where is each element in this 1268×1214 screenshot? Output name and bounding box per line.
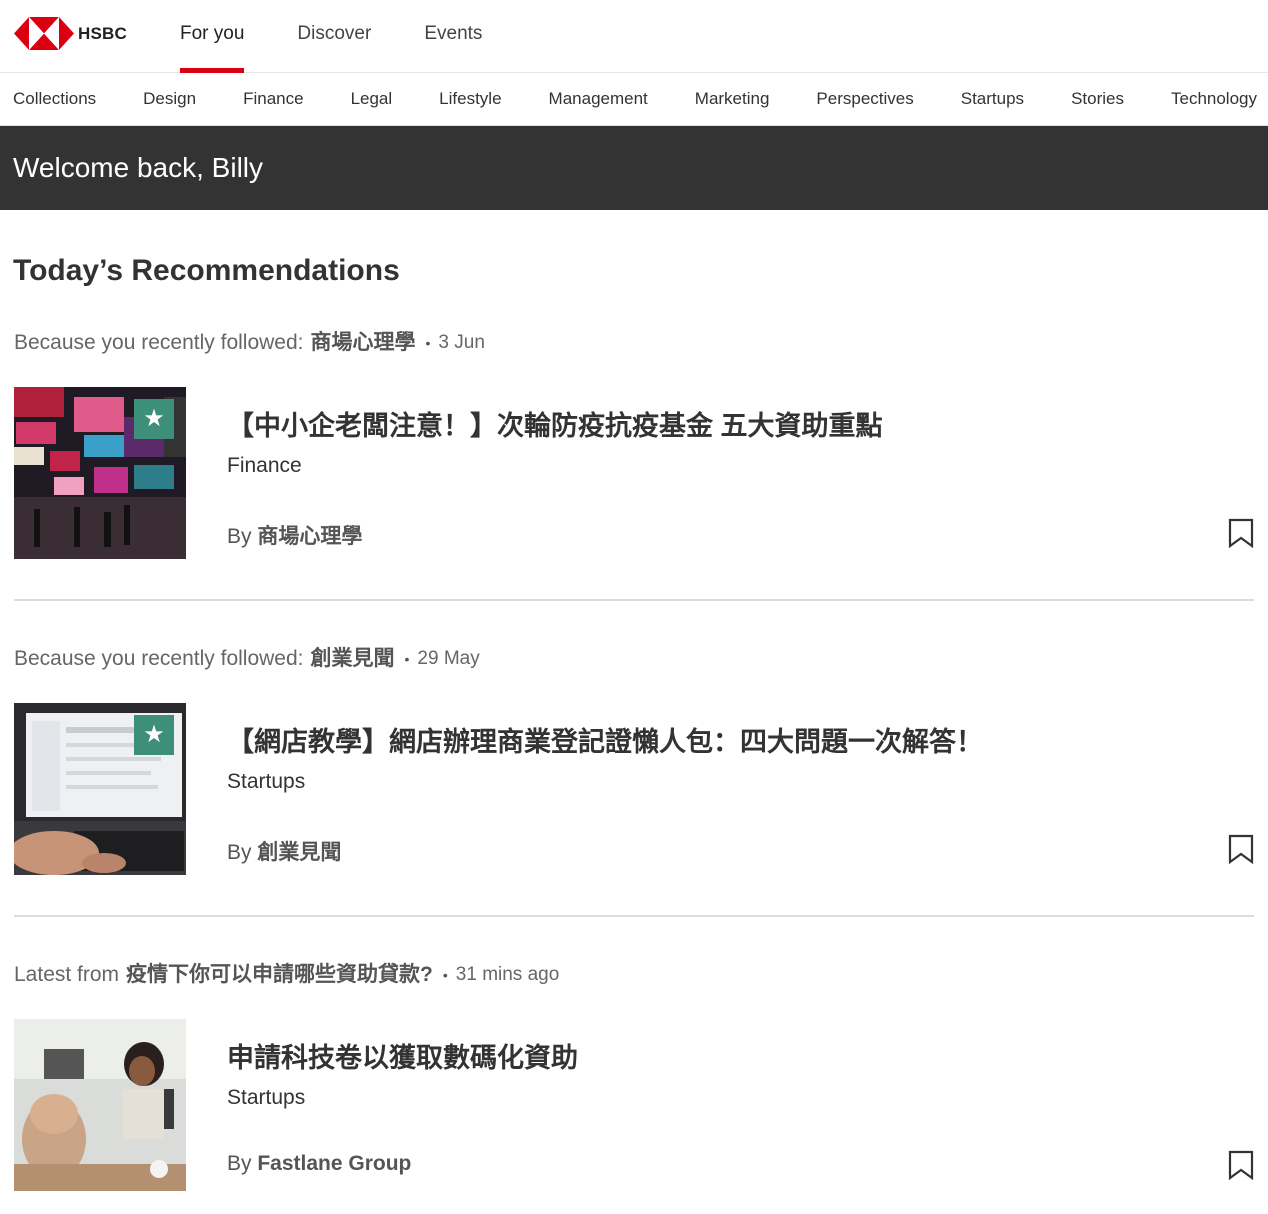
- recommendation-time: 31 mins ago: [455, 964, 560, 985]
- nav-tab-for-you[interactable]: For you: [180, 0, 245, 73]
- recommendation-reason: Because you recently followed: 創業見聞 • 29…: [14, 644, 1254, 674]
- bookmark-icon[interactable]: [1228, 834, 1254, 864]
- recommendation-time: 29 May: [417, 648, 480, 669]
- category-finance[interactable]: Finance: [243, 89, 303, 109]
- recommendation-item: Latest from 疫情下你可以申請哪些資助貸款? • 31 mins ag…: [14, 960, 1254, 1191]
- category-management[interactable]: Management: [549, 89, 648, 109]
- reason-source[interactable]: 創業見聞: [311, 644, 395, 674]
- main-content: Today’s Recommendations Because you rece…: [0, 254, 1268, 1191]
- article-thumbnail[interactable]: ★: [14, 703, 186, 875]
- category-stories[interactable]: Stories: [1071, 89, 1124, 109]
- reason-prefix: Because you recently followed:: [14, 647, 304, 670]
- reason-source[interactable]: 商場心理學: [311, 328, 416, 358]
- by-label: By: [227, 841, 252, 864]
- welcome-banner: Welcome back, Billy: [0, 126, 1268, 210]
- category-startups[interactable]: Startups: [961, 89, 1024, 109]
- category-marketing[interactable]: Marketing: [695, 89, 770, 109]
- separator-dot: •: [442, 967, 448, 983]
- category-technology[interactable]: Technology: [1171, 89, 1257, 109]
- article-card[interactable]: ★ 【網店教學】網店辦理商業登記證懶人包：四大問題一次解答！ Startups …: [14, 703, 1254, 875]
- author-name[interactable]: Fastlane Group: [257, 1152, 411, 1175]
- reason-source[interactable]: 疫情下你可以申請哪些資助貸款?: [126, 960, 433, 990]
- category-lifestyle[interactable]: Lifestyle: [439, 89, 501, 109]
- separator-dot: •: [425, 335, 431, 351]
- author-name[interactable]: 創業見聞: [257, 841, 341, 864]
- article-author: By 商場心理學: [227, 520, 362, 550]
- featured-star-icon: ★: [134, 715, 174, 755]
- by-label: By: [227, 525, 252, 548]
- recommendation-reason: Latest from 疫情下你可以申請哪些資助貸款? • 31 mins ag…: [14, 960, 1254, 990]
- section-title: Today’s Recommendations: [13, 254, 400, 287]
- bookmark-icon[interactable]: [1228, 518, 1254, 548]
- by-label: By: [227, 1152, 252, 1175]
- hsbc-hexagon-icon: [14, 17, 74, 50]
- article-category[interactable]: Startups: [227, 770, 305, 794]
- article-card[interactable]: 申請科技卷以獲取數碼化資助 Startups By Fastlane Group: [14, 1019, 1254, 1191]
- bookmark-icon[interactable]: [1228, 1150, 1254, 1180]
- article-thumbnail[interactable]: ★: [14, 387, 186, 559]
- nav-tab-discover[interactable]: Discover: [297, 0, 371, 73]
- recommendation-reason: Because you recently followed: 商場心理學 • 3…: [14, 328, 1254, 358]
- separator-dot: •: [404, 651, 410, 667]
- article-title[interactable]: 申請科技卷以獲取數碼化資助: [227, 1036, 578, 1075]
- hsbc-logo[interactable]: HSBC: [14, 17, 127, 50]
- category-legal[interactable]: Legal: [351, 89, 393, 109]
- reason-prefix: Because you recently followed:: [14, 331, 304, 354]
- article-author: By 創業見聞: [227, 836, 341, 866]
- brand-name: HSBC: [78, 23, 127, 43]
- article-category[interactable]: Finance: [227, 454, 302, 478]
- reason-prefix: Latest from: [14, 963, 120, 986]
- main-nav: For you Discover Events: [180, 0, 535, 73]
- divider: [14, 915, 1254, 917]
- article-title[interactable]: 【中小企老闆注意！】次輪防疫抗疫基金 五大資助重點: [227, 404, 883, 443]
- article-thumbnail[interactable]: [14, 1019, 186, 1191]
- category-design[interactable]: Design: [143, 89, 196, 109]
- recommendation-item: Because you recently followed: 創業見聞 • 29…: [14, 644, 1254, 875]
- category-collections[interactable]: Collections: [13, 89, 96, 109]
- top-bar: HSBC For you Discover Events: [0, 0, 1268, 73]
- category-perspectives[interactable]: Perspectives: [816, 89, 913, 109]
- recommendation-item: Because you recently followed: 商場心理學 • 3…: [14, 328, 1254, 559]
- author-name[interactable]: 商場心理學: [257, 525, 362, 548]
- article-category[interactable]: Startups: [227, 1086, 305, 1110]
- featured-star-icon: ★: [134, 399, 174, 439]
- divider: [14, 599, 1254, 601]
- category-nav: Collections Design Finance Legal Lifesty…: [0, 73, 1268, 126]
- article-card[interactable]: ★ 【中小企老闆注意！】次輪防疫抗疫基金 五大資助重點 Finance By 商…: [14, 387, 1254, 559]
- recommendation-time: 3 Jun: [438, 332, 485, 353]
- article-title[interactable]: 【網店教學】網店辦理商業登記證懶人包：四大問題一次解答！: [227, 720, 983, 759]
- nav-tab-events[interactable]: Events: [424, 0, 482, 73]
- article-author: By Fastlane Group: [227, 1152, 411, 1176]
- office-meeting-image: [14, 1019, 186, 1191]
